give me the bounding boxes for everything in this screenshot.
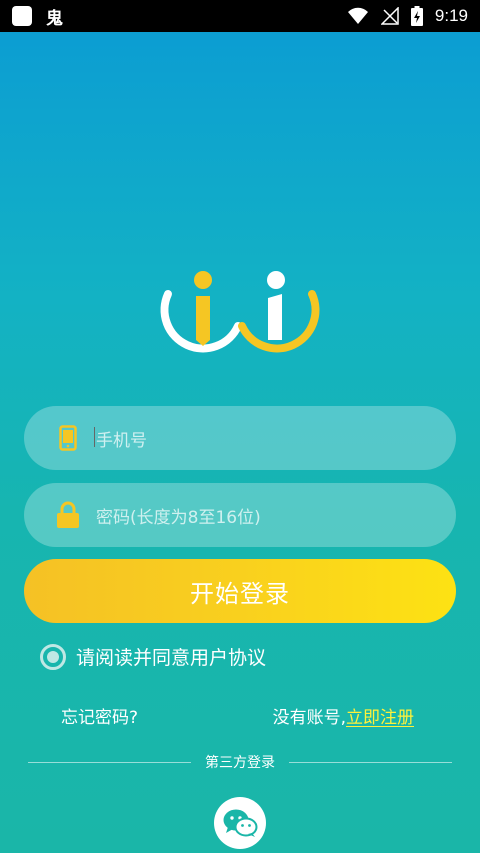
wechat-login-button[interactable] [214, 797, 266, 849]
register-row: 没有账号, 立即注册 [273, 703, 414, 728]
third-party-label: 第三方登录 [205, 755, 275, 771]
agreement-text[interactable]: 请阅读并同意用户协议 [76, 643, 266, 670]
clock: 9:19 [434, 6, 468, 25]
forgot-password-link[interactable]: 忘记密码? [61, 703, 138, 728]
wi-logo-icon [160, 271, 320, 353]
phone-icon [56, 424, 80, 452]
agreement-row[interactable]: 请阅读并同意用户协议 [40, 643, 266, 670]
lock-icon [56, 501, 80, 529]
third-party-divider: 第三方登录 [28, 750, 452, 774]
divider-line-right [289, 761, 452, 763]
wifi-icon [347, 7, 368, 24]
phone-placeholder: 手机号 [94, 426, 147, 451]
phone-field[interactable]: 手机号 [24, 406, 456, 470]
phone-placeholder-text: 手机号 [96, 430, 147, 451]
app-square-icon [12, 6, 32, 26]
wechat-icon [223, 809, 258, 837]
password-field[interactable]: 密码(长度为8至16位) [24, 483, 456, 547]
register-link[interactable]: 立即注册 [346, 703, 414, 728]
agreement-radio[interactable] [40, 643, 66, 670]
app-glyph: 鬼 [46, 8, 63, 28]
no-account-text: 没有账号, [272, 708, 346, 728]
status-bar: 鬼 9:19 [0, 0, 480, 32]
text-caret [94, 426, 95, 447]
no-signal-icon [380, 7, 399, 25]
login-button[interactable]: 开始登录 [24, 559, 456, 623]
divider-line-left [28, 761, 191, 763]
password-placeholder: 密码(长度为8至16位) [96, 507, 261, 528]
battery-charging-icon [410, 6, 423, 26]
radio-dot [47, 650, 59, 663]
